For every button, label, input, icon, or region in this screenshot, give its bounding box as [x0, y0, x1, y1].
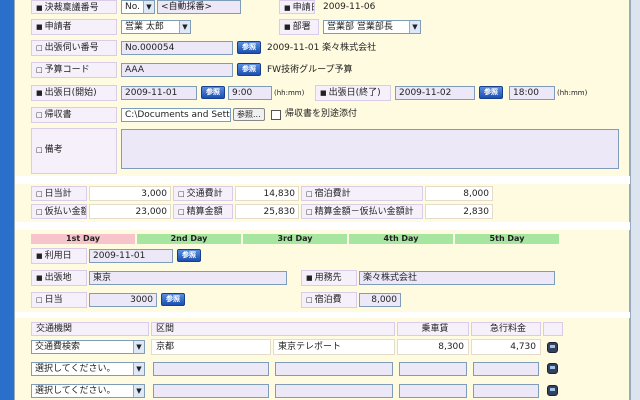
- daily-allowance-field[interactable]: 3000: [89, 293, 157, 307]
- budget-code-info: FW技術グループ予算: [267, 65, 353, 75]
- settle-total-label: □ 精算金額: [173, 204, 233, 219]
- section-divider: [15, 312, 631, 318]
- trip-end-label: ■ 出張日(終了): [315, 85, 391, 101]
- use-date-ref-button[interactable]: 参照: [177, 249, 201, 262]
- destination-label: ■ 出張地: [31, 270, 87, 286]
- use-date-field[interactable]: 2009-11-01: [89, 249, 173, 263]
- tab-day-3[interactable]: 3rd Day: [243, 234, 347, 244]
- approval-no-field[interactable]: <自動採番>: [157, 0, 241, 14]
- tab-day-5[interactable]: 5th Day: [455, 234, 559, 244]
- chevron-down-icon: ▼: [143, 1, 154, 13]
- vertical-scrollbar[interactable]: [630, 0, 640, 400]
- transport-mode-select[interactable]: 選択してください。 ▼: [31, 384, 145, 398]
- daily-total-label: □ 日当計: [31, 186, 87, 201]
- chevron-down-icon: ▼: [409, 21, 420, 33]
- section-divider: [15, 176, 631, 184]
- transport-total-value: 14,830: [235, 186, 299, 201]
- trip-request-no-field[interactable]: No.000054: [121, 41, 233, 55]
- remarks-textarea[interactable]: [121, 129, 619, 169]
- budget-code-ref-button[interactable]: 参照: [237, 63, 261, 76]
- report-label: □ 帰収書: [31, 107, 117, 123]
- trip-end-ref-button[interactable]: 参照: [479, 86, 503, 99]
- transport-header-mode: 交通機関: [31, 322, 149, 336]
- tab-day-4[interactable]: 4th Day: [349, 234, 453, 244]
- advance-total-label: □ 仮払い金額: [31, 204, 87, 219]
- transport-to-value: 東京テレポート: [273, 339, 395, 355]
- client-label: ■ 用務先: [301, 270, 357, 286]
- report-browse-button[interactable]: 参照...: [233, 108, 265, 121]
- diff-total-label: □ 精算金額－仮払い金額計: [301, 204, 423, 219]
- transport-mode-select[interactable]: 交通費検索 ▼: [31, 340, 145, 354]
- lodging-total-label: □ 宿泊費計: [301, 186, 423, 201]
- daily-allowance-ref-button[interactable]: 参照: [161, 293, 185, 306]
- apply-date-value: 2009-11-06: [323, 2, 376, 12]
- transport-from-field[interactable]: [153, 362, 269, 376]
- daily-allowance-label: □ 日当: [31, 292, 87, 308]
- department-select[interactable]: 営業部 営業部長 ▼: [323, 20, 421, 34]
- budget-code-label: □ 予算コード: [31, 62, 117, 78]
- trip-end-time-unit: (hh:mm): [557, 89, 588, 97]
- transport-from-field[interactable]: [153, 384, 269, 398]
- lodging-label: □ 宿泊費: [301, 292, 357, 308]
- trip-start-time-field[interactable]: 9:00: [228, 86, 272, 100]
- diff-total-value: 2,830: [425, 204, 493, 219]
- transport-header-section: 区間: [151, 322, 395, 336]
- daily-total-value: 3,000: [89, 186, 171, 201]
- transport-from-value: 京都: [151, 339, 271, 355]
- trip-request-ref-button[interactable]: 参照: [237, 41, 261, 54]
- trip-start-ref-button[interactable]: 参照: [201, 86, 225, 99]
- report-attach-checkbox[interactable]: [271, 110, 281, 120]
- section-divider: [15, 222, 631, 230]
- transport-mode-select[interactable]: 選択してください。 ▼: [31, 362, 145, 376]
- trip-start-label: ■ 出張日(開始): [31, 85, 117, 101]
- use-date-label: ■ 利用日: [31, 248, 87, 264]
- approval-no-label: ■ 決裁稟議番号: [31, 0, 117, 14]
- chevron-down-icon: ▼: [133, 363, 144, 375]
- trip-start-date-field[interactable]: 2009-11-01: [121, 86, 197, 100]
- transport-fare-field[interactable]: [399, 362, 467, 376]
- department-label: ■ 部署: [279, 19, 319, 35]
- client-field[interactable]: 楽々株式会社: [359, 271, 555, 285]
- expense-form-window: ■決裁稟議番号 No.▼ <自動採番> ■申請日 2009-11-06 ■申請者…: [14, 0, 631, 400]
- lodging-total-value: 8,000: [425, 186, 493, 201]
- trip-end-time-field[interactable]: 18:00: [509, 86, 555, 100]
- tab-day-1[interactable]: 1st Day: [31, 234, 135, 244]
- transport-express-field[interactable]: [473, 384, 539, 398]
- settle-total-value: 25,830: [235, 204, 299, 219]
- train-icon[interactable]: [547, 342, 558, 353]
- transport-to-field[interactable]: [275, 384, 393, 398]
- train-icon[interactable]: [547, 385, 558, 396]
- transport-header-action: [543, 322, 563, 336]
- report-attach-label: 帰収書を別途添付: [285, 109, 358, 119]
- transport-fare-field[interactable]: [399, 384, 467, 398]
- transport-header-fare: 乗車賃: [397, 322, 469, 336]
- trip-request-info: 2009-11-01 楽々株式会社: [267, 43, 377, 53]
- remarks-label: □ 備考: [31, 128, 117, 174]
- transport-total-label: □ 交通費計: [173, 186, 233, 201]
- chevron-down-icon: ▼: [133, 341, 144, 353]
- trip-request-label: □ 出張伺い番号: [31, 40, 117, 56]
- destination-field[interactable]: 東京: [89, 271, 287, 285]
- advance-total-value: 23,000: [89, 204, 171, 219]
- approval-prefix-select[interactable]: No. ▼: [121, 0, 155, 14]
- train-icon[interactable]: [547, 363, 558, 374]
- lodging-field[interactable]: 8,000: [359, 293, 401, 307]
- transport-fare-value: 8,300: [397, 339, 469, 355]
- tab-day-2[interactable]: 2nd Day: [137, 234, 241, 244]
- transport-express-field[interactable]: [473, 362, 539, 376]
- transport-express-value: 4,730: [471, 339, 541, 355]
- trip-end-date-field[interactable]: 2009-11-02: [395, 86, 475, 100]
- report-file-field[interactable]: C:\Documents and Setting: [121, 108, 231, 122]
- transport-to-field[interactable]: [275, 362, 393, 376]
- chevron-down-icon: ▼: [133, 385, 144, 397]
- transport-header-express: 急行料金: [471, 322, 541, 336]
- trip-start-time-unit: (hh:mm): [274, 89, 305, 97]
- apply-date-label: ■申請日: [279, 0, 315, 14]
- budget-code-field[interactable]: AAA: [121, 63, 233, 77]
- applicant-label: ■ 申請者: [31, 19, 117, 35]
- chevron-down-icon: ▼: [179, 21, 190, 33]
- applicant-select[interactable]: 営業 太郎 ▼: [121, 20, 191, 34]
